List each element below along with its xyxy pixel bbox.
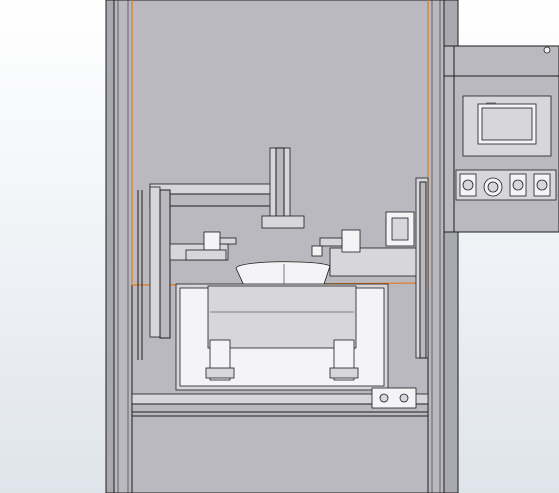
fixture-table [175,283,389,391]
control-button[interactable] [459,173,477,197]
machine-model [105,0,559,493]
hmi-screen[interactable] [462,95,552,157]
left-frame-column [105,0,133,493]
selector-switch[interactable] [483,177,503,197]
control-cabinet [443,45,559,233]
control-button[interactable] [533,173,551,197]
cad-3d-viewport[interactable] [0,0,559,493]
control-button[interactable] [509,173,527,197]
